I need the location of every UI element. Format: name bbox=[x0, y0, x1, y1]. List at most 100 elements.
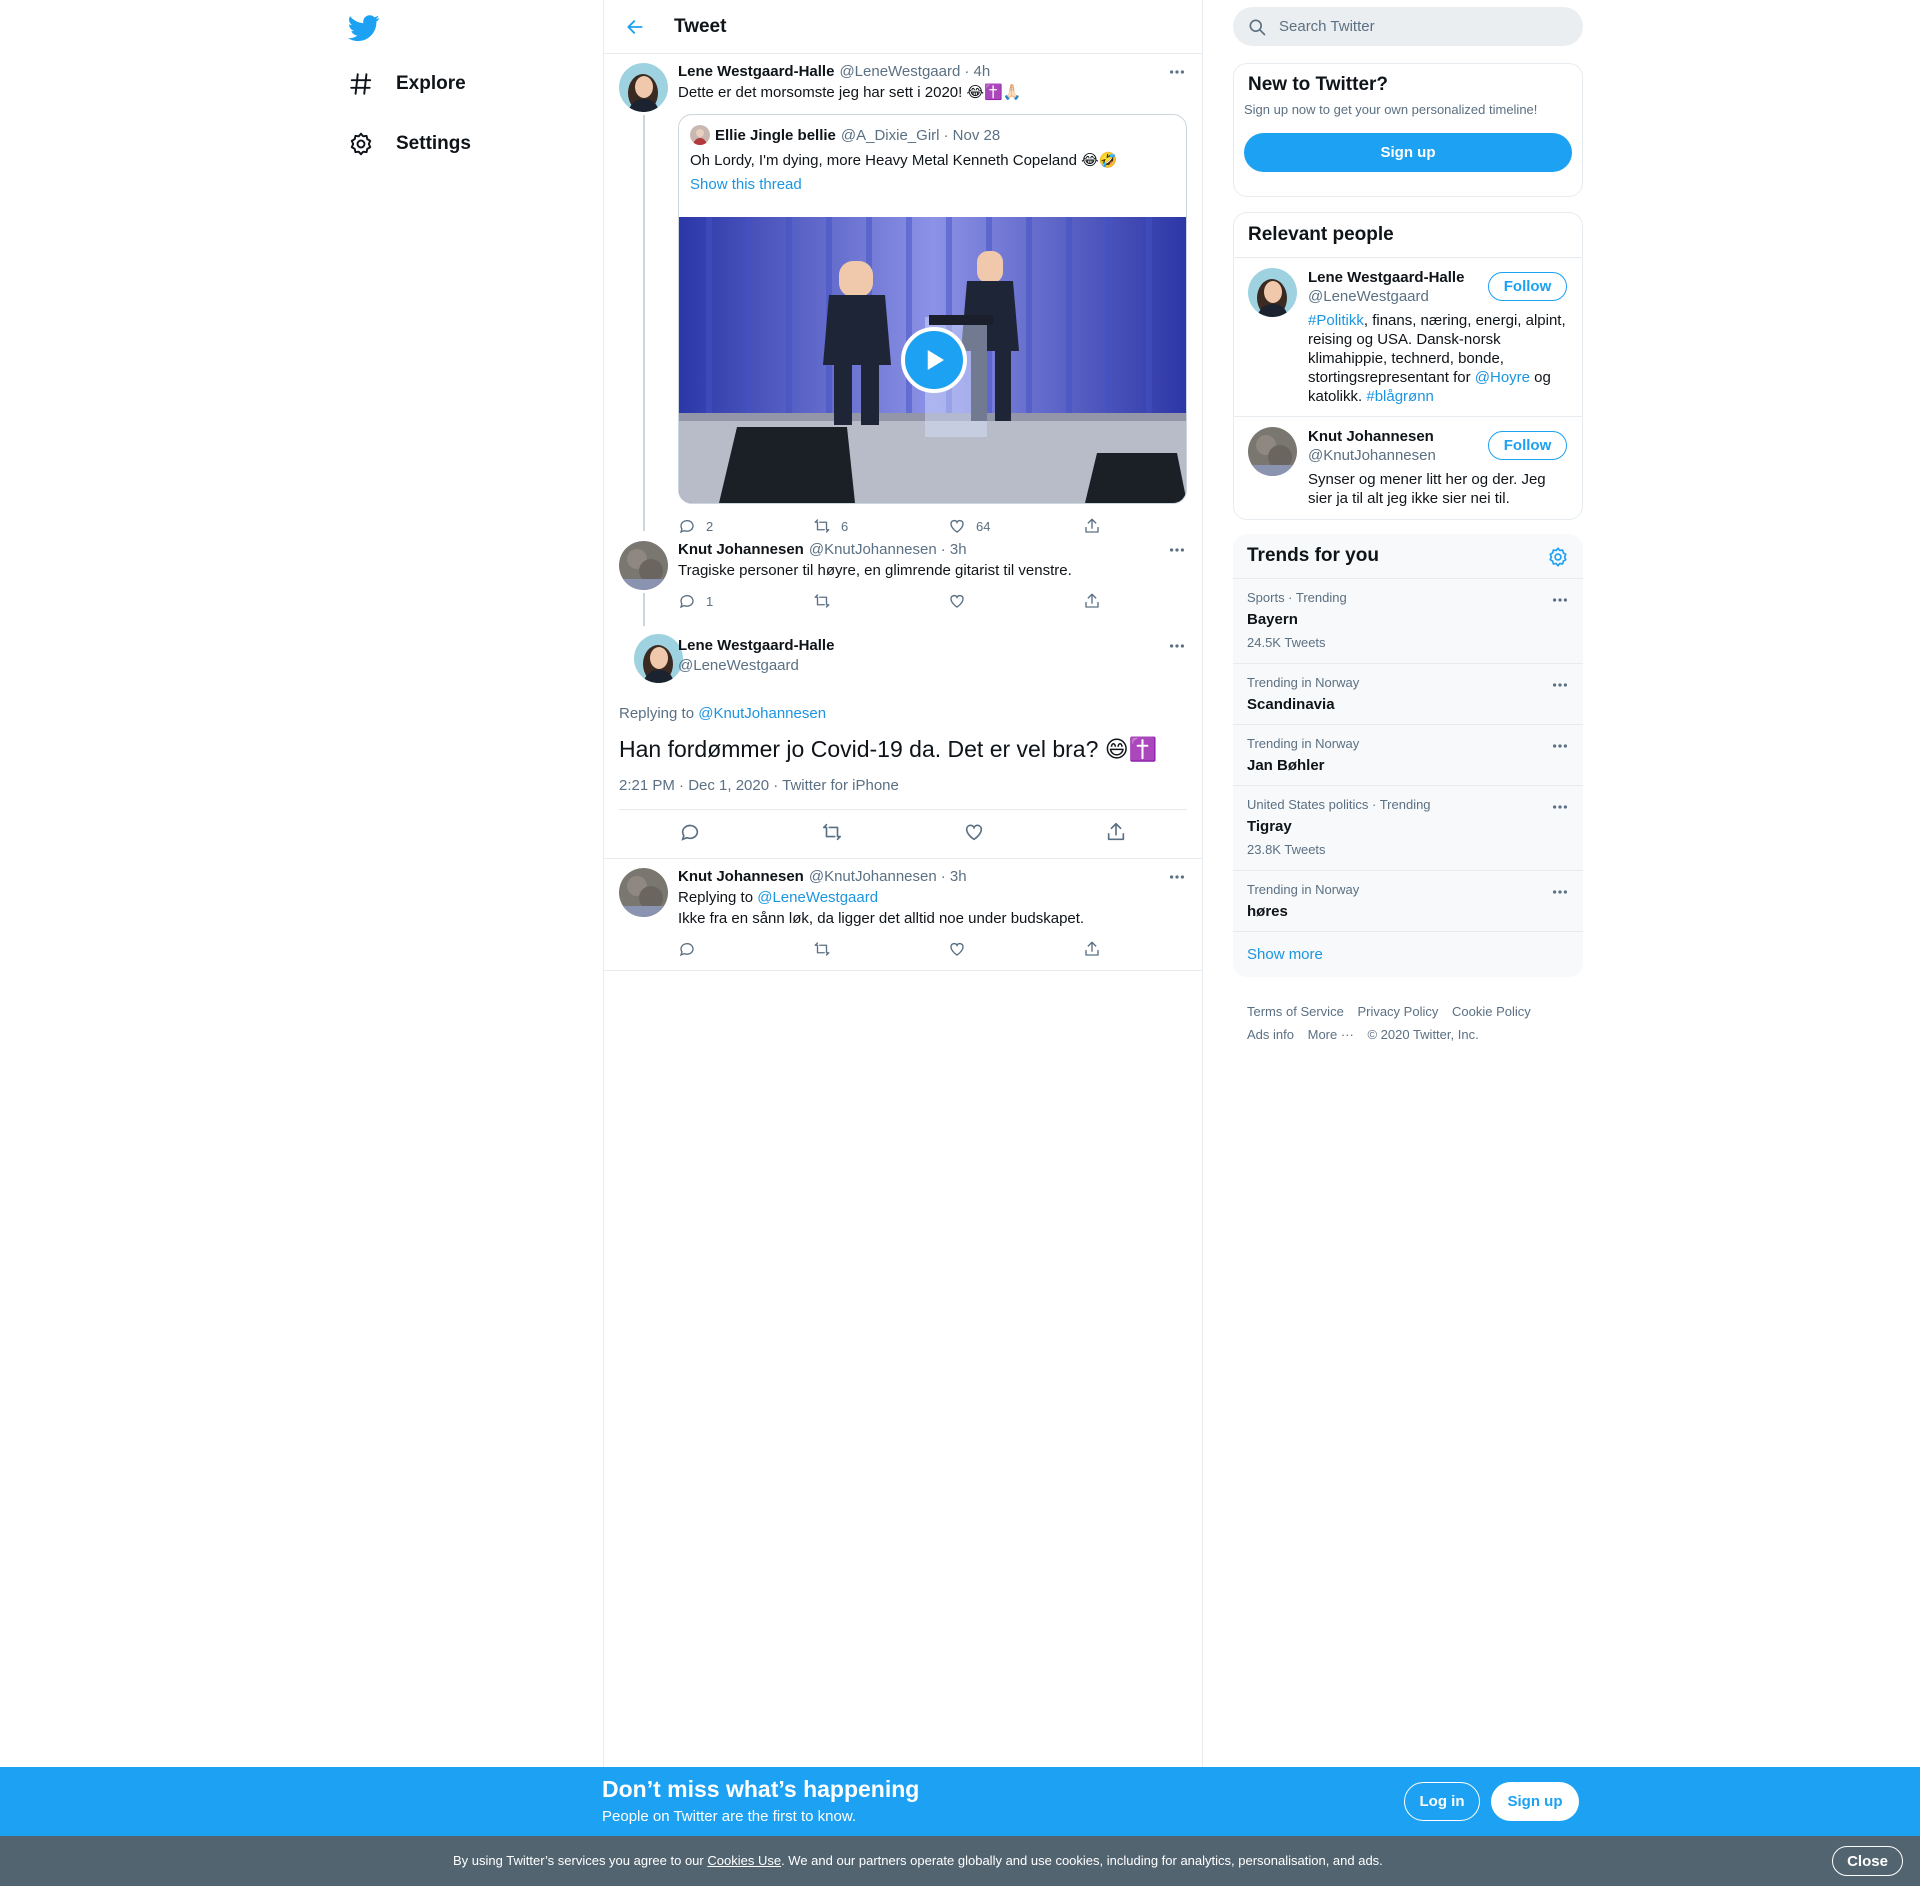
video-media[interactable] bbox=[679, 217, 1186, 503]
tweet-time[interactable]: · 3h bbox=[941, 540, 967, 560]
like-button[interactable] bbox=[948, 592, 1083, 610]
thread-line bbox=[643, 115, 645, 531]
login-button[interactable]: Log in bbox=[1404, 1782, 1480, 1821]
follow-button[interactable]: Follow bbox=[1488, 431, 1567, 460]
quoted-avatar bbox=[690, 125, 710, 145]
author-name[interactable]: Knut Johannesen bbox=[678, 867, 804, 887]
hashtag-link[interactable]: #blågrønn bbox=[1366, 388, 1434, 405]
retweet-button[interactable] bbox=[813, 940, 948, 958]
avatar[interactable] bbox=[619, 541, 668, 590]
cookie-policy-link[interactable]: Cookie Policy bbox=[1452, 1004, 1531, 1019]
avatar[interactable] bbox=[619, 63, 668, 112]
hashtag-link[interactable]: #Politikk bbox=[1308, 312, 1364, 329]
sidebar-signup-button[interactable]: Sign up bbox=[1244, 133, 1572, 172]
thread-tweet[interactable]: Knut Johannesen @KnutJohannesen · 3h Tra… bbox=[604, 532, 1202, 626]
search-icon bbox=[1249, 19, 1266, 35]
privacy-link[interactable]: Privacy Policy bbox=[1357, 1004, 1438, 1019]
terms-link[interactable]: Terms of Service bbox=[1247, 1004, 1344, 1019]
nav-explore[interactable]: Explore bbox=[348, 64, 466, 104]
avatar[interactable] bbox=[634, 634, 683, 683]
retweet-icon bbox=[814, 594, 830, 608]
author-handle[interactable]: @KnutJohannesen bbox=[809, 867, 937, 887]
banner-signup-button[interactable]: Sign up bbox=[1491, 1782, 1579, 1821]
search-box[interactable]: Search Twitter bbox=[1233, 7, 1583, 46]
author-name[interactable]: Lene Westgaard-Halle bbox=[678, 636, 834, 656]
ads-info-link[interactable]: Ads info bbox=[1247, 1027, 1294, 1042]
more-link[interactable]: More ··· bbox=[1308, 1027, 1354, 1042]
like-button[interactable] bbox=[948, 940, 1083, 958]
author-handle[interactable]: @KnutJohannesen bbox=[809, 540, 937, 560]
replying-prefix: Replying to bbox=[619, 705, 695, 722]
trend-item[interactable]: Trending in Norway Jan Bøhler bbox=[1233, 724, 1583, 785]
replying-to-link[interactable]: @KnutJohannesen bbox=[698, 705, 826, 722]
tweet-meta[interactable]: 2:21 PM · Dec 1, 2020 · Twitter for iPho… bbox=[619, 777, 1187, 810]
tweet-time[interactable]: · 4h bbox=[964, 62, 990, 82]
trend-name: høres bbox=[1247, 903, 1288, 920]
show-more-link[interactable]: Show more bbox=[1233, 931, 1583, 977]
replying-to-link[interactable]: @LeneWestgaard bbox=[757, 889, 878, 906]
heart-icon[interactable] bbox=[963, 821, 985, 848]
share-button[interactable] bbox=[1083, 592, 1111, 610]
reply-icon[interactable] bbox=[679, 821, 701, 848]
retweet-button[interactable] bbox=[813, 592, 948, 610]
quoted-text: Oh Lordy, I'm dying, more Heavy Metal Ke… bbox=[690, 152, 1118, 169]
quoted-tweet[interactable]: Ellie Jingle bellie @A_Dixie_Girl · Nov … bbox=[678, 114, 1187, 504]
avatar[interactable] bbox=[1248, 427, 1297, 476]
close-button[interactable]: Close bbox=[1832, 1846, 1903, 1876]
new-to-twitter-card: New to Twitter? Sign up now to get your … bbox=[1233, 63, 1583, 197]
trend-item[interactable]: Trending in Norway Scandinavia bbox=[1233, 663, 1583, 724]
trends-title: Trends for you bbox=[1247, 545, 1379, 566]
more-options-icon[interactable] bbox=[1167, 62, 1187, 82]
more-options-icon[interactable] bbox=[1551, 883, 1569, 906]
reply-button[interactable]: 1 bbox=[678, 592, 813, 610]
more-options-icon[interactable] bbox=[1167, 636, 1187, 656]
gear-icon[interactable] bbox=[1547, 546, 1569, 573]
thread-tweet[interactable]: Lene Westgaard-Halle @LeneWestgaard · 4h… bbox=[604, 54, 1202, 534]
play-icon[interactable] bbox=[901, 327, 967, 393]
share-button[interactable] bbox=[1083, 940, 1111, 958]
cookies-use-link[interactable]: Cookies Use bbox=[707, 1853, 781, 1868]
search-input[interactable]: Search Twitter bbox=[1279, 18, 1375, 35]
follow-button[interactable]: Follow bbox=[1488, 272, 1567, 301]
tweet-time[interactable]: · 3h bbox=[941, 867, 967, 887]
author-handle[interactable]: @LeneWestgaard bbox=[839, 62, 960, 82]
trend-item[interactable]: Trending in Norway høres bbox=[1233, 870, 1583, 931]
nav-settings[interactable]: Settings bbox=[348, 124, 471, 164]
focal-tweet-text: Han fordømmer jo Covid-19 da. Det er vel… bbox=[619, 736, 1158, 762]
retweet-icon[interactable] bbox=[821, 821, 843, 848]
author-name[interactable]: Knut Johannesen bbox=[678, 540, 804, 560]
more-options-icon[interactable] bbox=[1167, 867, 1187, 887]
avatar[interactable] bbox=[1248, 268, 1297, 317]
person-bio: #Politikk, finans, næring, energi, alpin… bbox=[1308, 311, 1568, 406]
relevant-people-card: Relevant people Lene Westgaard-Halle @Le… bbox=[1233, 212, 1583, 520]
tweet-text: Dette er det morsomste jeg har sett i 20… bbox=[678, 84, 1022, 101]
trend-count: 23.8K Tweets bbox=[1247, 842, 1326, 857]
reply-button[interactable] bbox=[678, 940, 813, 958]
person-row[interactable]: Lene Westgaard-Halle @LeneWestgaard #Pol… bbox=[1234, 257, 1582, 416]
more-options-icon[interactable] bbox=[1551, 737, 1569, 760]
trend-category: United States politics · Trending bbox=[1247, 797, 1431, 812]
show-thread-link[interactable]: Show this thread bbox=[690, 176, 802, 193]
more-options-icon[interactable] bbox=[1167, 540, 1187, 560]
author-handle[interactable]: @LeneWestgaard bbox=[678, 656, 839, 676]
share-icon[interactable] bbox=[1105, 821, 1127, 848]
nav-explore-label: Explore bbox=[396, 73, 466, 94]
cookie-bar: By using Twitter’s services you agree to… bbox=[0, 1836, 1920, 1886]
trend-item[interactable]: United States politics · Trending Tigray… bbox=[1233, 785, 1583, 870]
more-options-icon[interactable] bbox=[1551, 591, 1569, 614]
reply-icon bbox=[679, 595, 694, 609]
quoted-time: · Nov 28 bbox=[943, 126, 1001, 144]
signup-banner: Don’t miss what’s happening People on Tw… bbox=[0, 1767, 1920, 1836]
trend-item[interactable]: Sports · Trending Bayern 24.5K Tweets bbox=[1233, 578, 1583, 663]
reply-tweet[interactable]: Knut Johannesen @KnutJohannesen · 3h Rep… bbox=[604, 859, 1202, 971]
quoted-author-handle: @A_Dixie_Girl bbox=[840, 126, 940, 144]
author-name[interactable]: Lene Westgaard-Halle bbox=[678, 62, 834, 82]
back-arrow-icon[interactable] bbox=[621, 13, 649, 41]
tweet-text: Ikke fra en sånn løk, da ligger det allt… bbox=[678, 910, 1085, 927]
mention-link[interactable]: @Hoyre bbox=[1475, 369, 1530, 386]
person-row[interactable]: Knut Johannesen @KnutJohannesen Synser o… bbox=[1234, 416, 1582, 519]
avatar[interactable] bbox=[619, 868, 668, 917]
twitter-logo-icon[interactable] bbox=[347, 12, 380, 44]
more-options-icon[interactable] bbox=[1551, 676, 1569, 699]
more-options-icon[interactable] bbox=[1551, 798, 1569, 821]
